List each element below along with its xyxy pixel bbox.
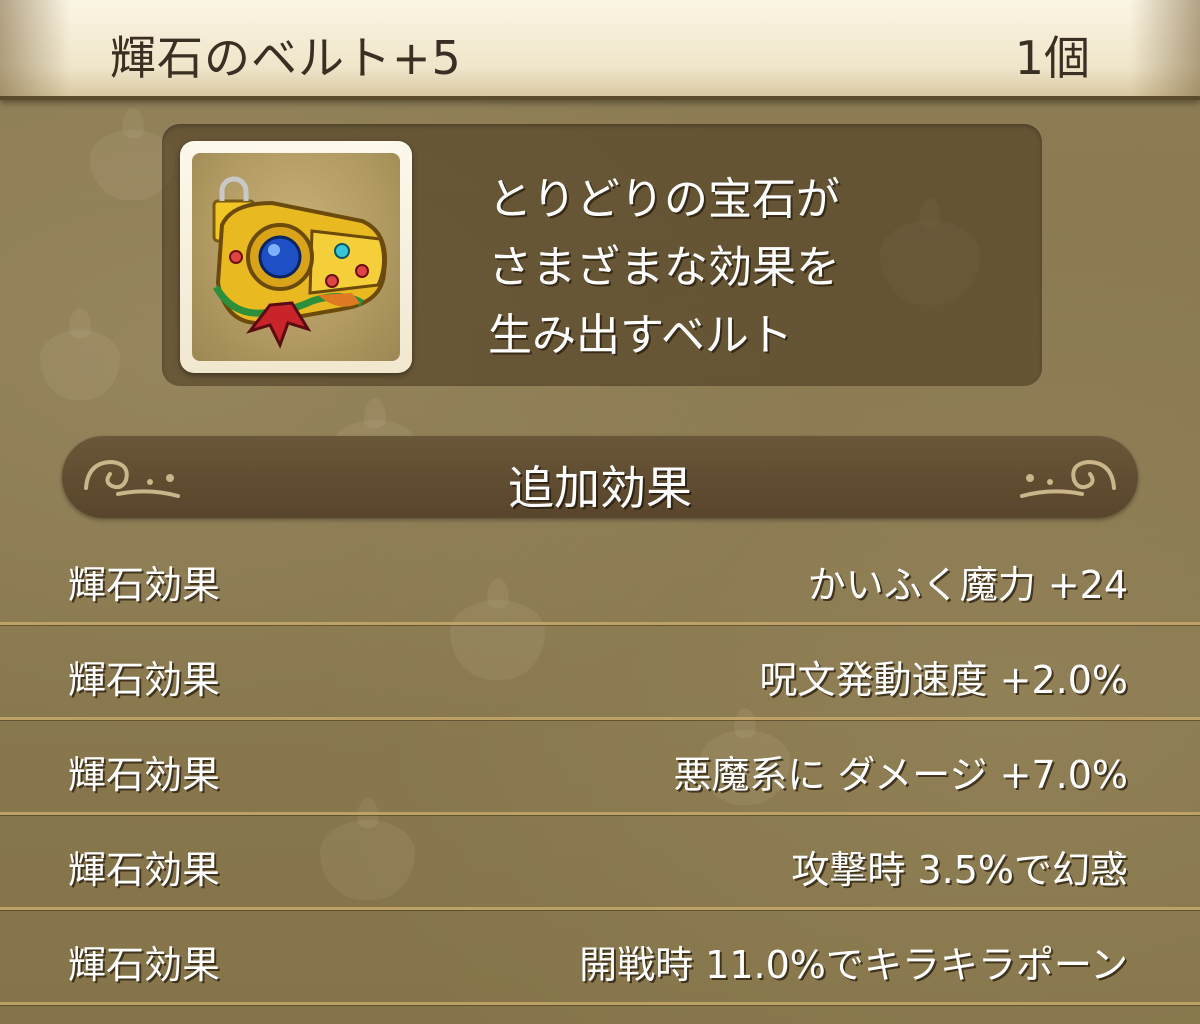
item-quantity: 1個 xyxy=(1014,31,1090,85)
effect-row: 輝石効果 開戦時 11.0%でキラキラポーン xyxy=(0,910,1200,1005)
background-slime-decoration xyxy=(40,308,120,400)
effect-label: 輝石効果 xyxy=(68,563,221,607)
jeweled-belt-icon xyxy=(192,153,400,361)
effect-label: 輝石効果 xyxy=(68,943,221,987)
effect-value: かいふく魔力 +24 xyxy=(807,563,1128,607)
effect-row: 輝石効果 攻撃時 3.5%で幻惑 xyxy=(0,815,1200,910)
flourish-ornament-icon xyxy=(1020,459,1116,498)
item-description: とりどりの宝石が さまざまな効果を 生み出すベルト xyxy=(488,174,840,361)
item-icon-frame xyxy=(180,141,412,373)
effect-value: 攻撃時 3.5%で幻惑 xyxy=(791,848,1128,892)
effect-label: 輝石効果 xyxy=(68,848,221,892)
effect-row: 輝石効果 悪魔系に ダメージ +7.0% xyxy=(0,720,1200,815)
item-header: 輝石のベルト+5 1個 xyxy=(0,0,1200,100)
effect-row: 輝石効果 かいふく魔力 +24 xyxy=(0,530,1200,625)
effects-list: 輝石効果 かいふく魔力 +24 輝石効果 呪文発動速度 +2.0% 輝石効果 悪… xyxy=(0,530,1200,1005)
effect-label: 輝石効果 xyxy=(68,658,221,702)
section-title: 追加効果 xyxy=(508,461,692,515)
effect-row: 輝石効果 呪文発動速度 +2.0% xyxy=(0,625,1200,720)
additional-effects-header: 追加効果 xyxy=(62,436,1138,518)
effect-value: 悪魔系に ダメージ +7.0% xyxy=(673,753,1128,797)
effect-value: 開戦時 11.0%でキラキラポーン xyxy=(579,943,1128,987)
effect-value: 呪文発動速度 +2.0% xyxy=(759,658,1128,702)
item-name: 輝石のベルト+5 xyxy=(110,31,462,85)
effect-label: 輝石効果 xyxy=(68,753,221,797)
